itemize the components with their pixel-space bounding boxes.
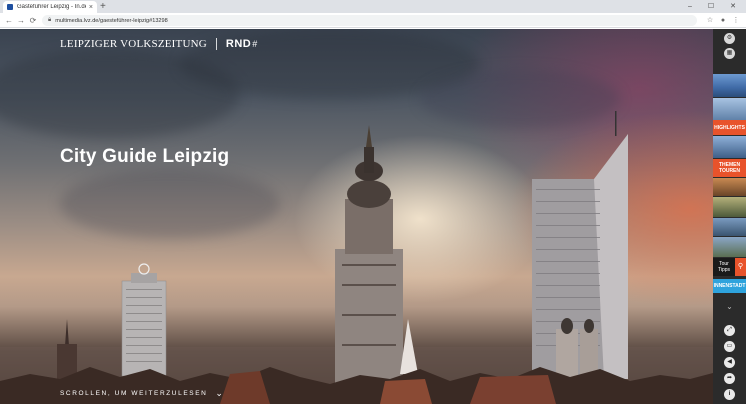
lock-icon: 🔒︎ [48, 17, 52, 23]
chevron-down-icon: ⌄ [215, 388, 225, 398]
logo-rnd: RND [225, 38, 252, 50]
sidebar-item-innenstadt[interactable]: INNENSTADT [713, 279, 746, 293]
fullscreen-icon[interactable]: ⤢ [724, 325, 735, 336]
site-favicon-icon [7, 4, 13, 10]
sidebar-item-highlights[interactable]: HIGHLIGHTS [713, 120, 746, 135]
minimize-icon[interactable]: – [682, 0, 698, 13]
address-bar[interactable]: 🔒︎ multimedia.lvz.de/gaesteführer-leipzi… [42, 15, 697, 26]
logo-divider [215, 38, 217, 50]
chapter-thumbnail-3[interactable] [713, 136, 746, 158]
back-icon[interactable]: ← [3, 13, 15, 28]
chapter-thumbnail-4[interactable] [713, 178, 746, 196]
sidebar-item-themen-touren[interactable]: THEMEN TOUREN [713, 159, 746, 177]
logo-hash-icon: # [252, 39, 258, 49]
chapter-thumbnail-7[interactable] [713, 237, 746, 257]
reload-icon[interactable]: ⟳ [27, 13, 39, 28]
city-skyline-graphic [0, 111, 713, 404]
settings-icon[interactable]: ⚙ [724, 33, 735, 44]
browser-tab-strip: Gästeführer Leipzig - In.de × + – ☐ ✕ [0, 0, 746, 13]
chapter-thumbnail-2[interactable] [713, 98, 746, 121]
info-icon[interactable]: i [724, 389, 735, 400]
forward-icon[interactable]: → [15, 13, 27, 28]
scroll-hint-text: SCROLLEN, UM WEITERZULESEN [60, 390, 208, 397]
browser-tab[interactable]: Gästeführer Leipzig - In.de × [3, 1, 97, 13]
grid-menu-icon[interactable]: ▦ [724, 48, 735, 59]
profile-icon[interactable]: ● [717, 13, 729, 28]
chapter-thumbnail-5[interactable] [713, 197, 746, 217]
sidebar-item-tour-tipps[interactable]: Tour Tipps [713, 258, 735, 276]
bookmark-star-icon[interactable]: ☆ [704, 13, 716, 28]
hero-image: LEIPZIGER VOLKSZEITUNG RND # City Guide … [0, 29, 713, 404]
maximize-icon[interactable]: ☐ [703, 0, 719, 13]
page-viewport: LEIPZIGER VOLKSZEITUNG RND # City Guide … [0, 29, 746, 404]
close-window-icon[interactable]: ✕ [725, 0, 741, 13]
scroll-hint[interactable]: SCROLLEN, UM WEITERZULESEN ⌄ [60, 388, 225, 399]
display-icon[interactable]: ▭ [724, 341, 735, 352]
new-tab-button[interactable]: + [100, 0, 106, 13]
tab-title: Gästeführer Leipzig - In.de [17, 4, 86, 10]
chapter-thumbnail-1[interactable] [713, 74, 746, 97]
tab-close-icon[interactable]: × [89, 4, 93, 11]
chapter-sidebar: ⚙ ▦ HIGHLIGHTS THEMEN TOUREN Tour Tipps … [713, 29, 746, 404]
logo-lvz: LEIPZIGER VOLKSZEITUNG [60, 38, 207, 50]
chapter-thumbnail-6[interactable] [713, 218, 746, 236]
search-icon[interactable]: ⚲ [735, 258, 746, 276]
sidebar-scroll-down-icon[interactable]: ⌄ [713, 302, 746, 311]
browser-toolbar: ← → ⟳ 🔒︎ multimedia.lvz.de/gaesteführer-… [0, 13, 746, 28]
audio-icon[interactable]: ◀ [724, 357, 735, 368]
site-logo[interactable]: LEIPZIGER VOLKSZEITUNG RND # [60, 38, 257, 50]
url-text: multimedia.lvz.de/gaesteführer-leipzig#1… [55, 17, 168, 24]
page-title: City Guide Leipzig [60, 146, 230, 167]
browser-menu-icon[interactable]: ⋮ [730, 13, 742, 28]
share-icon[interactable]: ➦ [724, 373, 735, 384]
